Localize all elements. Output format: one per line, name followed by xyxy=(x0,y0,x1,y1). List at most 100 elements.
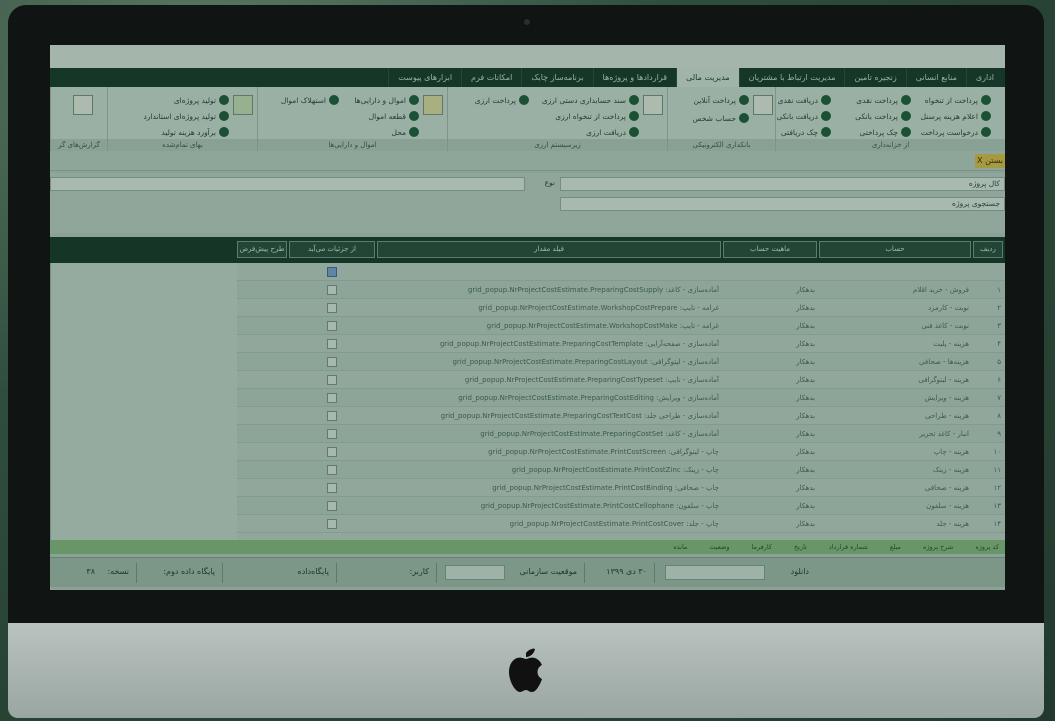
ribbon-item[interactable]: پرداخت از تنخواه ارزی xyxy=(555,111,639,121)
item-icon xyxy=(739,95,749,105)
camera-icon xyxy=(524,19,530,25)
tab-4[interactable]: مدیریت مالی xyxy=(676,68,739,87)
ribbon-item[interactable]: استهلاک اموال xyxy=(281,95,339,105)
table-row[interactable]: ۴ هزینه - پلیت بدهکار آماده‌سازی - صفحه‌آرا… xyxy=(237,335,1005,353)
col-nature[interactable]: ماهیت حساب xyxy=(723,241,817,258)
item-icon xyxy=(901,111,911,121)
cell-nature: بدهکار xyxy=(796,502,815,510)
cell-field: غرامه - تایپ: grid_popup.NrProjectCostEs… xyxy=(478,304,719,312)
from-details-checkbox[interactable] xyxy=(327,483,337,493)
ribbon-item[interactable]: حساب شخص xyxy=(693,113,749,123)
ribbon-item[interactable]: درخواست پرداخت xyxy=(921,127,991,137)
ribbon-item[interactable]: دریافت نقدی xyxy=(778,95,831,105)
tab-6[interactable]: برنامه‌ساز چابک xyxy=(521,68,592,87)
refresh-document-icon[interactable] xyxy=(643,95,663,115)
close-button[interactable]: بستن X xyxy=(975,154,1005,168)
table-row[interactable]: ۱۱ هزینه - زینک بدهکار چاپ - زینک: grid_pop… xyxy=(237,461,1005,479)
col-account[interactable]: حساب xyxy=(819,241,971,258)
ribbon-item[interactable]: دریافت بانکی xyxy=(776,111,831,121)
org-select[interactable] xyxy=(445,565,505,580)
ribbon-item[interactable]: اعلام هزینه پرسنل xyxy=(921,111,991,121)
ribbon-item[interactable]: اموال و دارایی‌ها xyxy=(354,95,419,105)
document-icon[interactable] xyxy=(753,95,773,115)
table-row[interactable]: ۱۳ هزینه - سلفون بدهکار چاپ - سلفون: grid_p… xyxy=(237,497,1005,515)
tab-2[interactable]: زنجیره تامین xyxy=(844,68,905,87)
cell-account: فروش - خرید اقلام xyxy=(913,286,969,294)
from-details-checkbox[interactable] xyxy=(327,285,337,295)
table-row[interactable]: ۱۴ هزینه - جلد بدهکار چاپ - جلد: grid_popup… xyxy=(237,515,1005,533)
from-details-checkbox[interactable] xyxy=(327,519,337,529)
table-row[interactable]: ۵ هزینه‌ها - صحافی بدهکار آماده‌سازی - لیتو… xyxy=(237,353,1005,371)
table-row[interactable]: ۱۲ هزینه - صحافی بدهکار چاپ - صحافی: grid_p… xyxy=(237,479,1005,497)
col-default[interactable]: طرح پیش‌فرض xyxy=(237,241,287,258)
item-icon xyxy=(821,111,831,121)
item-icon xyxy=(409,95,419,105)
table-row[interactable]: ۱۰ هزینه - چاپ بدهکار چاپ - لیتوگرافی: grid… xyxy=(237,443,1005,461)
from-details-checkbox[interactable] xyxy=(327,321,337,331)
ribbon-item[interactable]: پرداخت آنلاین xyxy=(694,95,749,105)
divider xyxy=(436,563,437,583)
project-search[interactable]: جستجوی پروژه xyxy=(560,197,1005,211)
ribbon-item[interactable]: محل xyxy=(391,127,419,137)
tab-8[interactable]: ابزارهای پیوست xyxy=(388,68,461,87)
ribbon-item[interactable]: تولید پروژه‌ای xyxy=(174,95,229,105)
ribbon-item[interactable]: تولید پروژه‌ای استاندارد xyxy=(143,111,229,121)
tab-3[interactable]: مدیریت ارتباط با مشتریان xyxy=(738,68,845,87)
item-icon xyxy=(901,95,911,105)
title-area xyxy=(50,45,1005,68)
ribbon-item[interactable]: قطعه اموال xyxy=(369,111,419,121)
ribbon-item[interactable]: چک پرداختی xyxy=(859,127,911,137)
report-icon[interactable] xyxy=(73,95,93,115)
cell-field xyxy=(379,263,719,281)
org-label: موقعیت سازمانی xyxy=(519,567,577,576)
cell-nature: بدهکار xyxy=(796,412,815,420)
ribbon-item[interactable]: پرداخت ارزی xyxy=(475,95,529,105)
table-row[interactable]: ۳ نوبت - کاغذ فنی بدهکار غرامه - تایپ: grid… xyxy=(237,317,1005,335)
cell-nature: بدهکار xyxy=(796,376,815,384)
col-row[interactable]: ردیف xyxy=(973,241,1003,258)
from-details-checkbox[interactable] xyxy=(327,447,337,457)
tab-0[interactable]: اداری xyxy=(965,68,1003,87)
from-details-checkbox[interactable] xyxy=(327,339,337,349)
from-details-checkbox[interactable] xyxy=(327,357,337,367)
table-row[interactable]: ۸ هزینه - طراحی بدهکار آماده‌سازی - طراحی ج… xyxy=(237,407,1005,425)
table-row[interactable]: ۱ فروش - خرید اقلام بدهکار آماده‌سازی - کاغ… xyxy=(237,281,1005,299)
table-row[interactable]: ۹ انبار - کاغذ تحریر بدهکار آماده‌سازی - کا… xyxy=(237,425,1005,443)
books-icon[interactable] xyxy=(233,95,253,115)
from-details-checkbox[interactable] xyxy=(327,303,337,313)
tab-1[interactable]: منابع انسانی xyxy=(905,68,966,87)
ribbon-group-title: زیرسیستم ارزی xyxy=(448,139,667,151)
cell-field: آماده‌سازی - صفحه‌آرایی: grid_popup.NrPr… xyxy=(439,340,719,348)
ribbon-item[interactable]: برآورد هزینه تولید xyxy=(161,127,229,137)
sofa-icon[interactable] xyxy=(423,95,443,115)
ribbon-item[interactable]: دریافت ارزی xyxy=(586,127,639,137)
table-row[interactable]: ۷ هزینه - ویرایش بدهکار آماده‌سازی - ویرایش… xyxy=(237,389,1005,407)
ribbon-group-title: بهای تمام‌شده xyxy=(108,139,257,151)
ribbon-item[interactable]: سند حسابداری دستی ارزی xyxy=(542,95,639,105)
download-select[interactable] xyxy=(665,565,765,580)
ribbon-item[interactable]: پرداخت نقدی xyxy=(856,95,911,105)
tab-7[interactable]: امکانات فرم xyxy=(461,68,521,87)
from-details-checkbox[interactable] xyxy=(327,375,337,385)
tab-5[interactable]: قراردادها و پروژه‌ها xyxy=(592,68,677,87)
table-row[interactable]: ۲ نوبت - کارمزد بدهکار غرامه - تایپ: grid_p… xyxy=(237,299,1005,317)
type-label: نوع xyxy=(544,178,555,187)
from-details-checkbox[interactable] xyxy=(327,267,337,277)
ribbon-item[interactable]: پرداخت بانکی xyxy=(855,111,911,121)
project-select[interactable]: کال پروژه xyxy=(560,177,1005,191)
from-details-checkbox[interactable] xyxy=(327,393,337,403)
ribbon-item[interactable]: چک دریافتی xyxy=(781,127,831,137)
item-icon xyxy=(981,111,991,121)
from-details-checkbox[interactable] xyxy=(327,429,337,439)
ribbon-item[interactable]: پرداخت از تنخواه xyxy=(925,95,991,105)
from-details-checkbox[interactable] xyxy=(327,501,337,511)
table-row[interactable]: ۶ هزینه - لیتوگرافی بدهکار آماده‌سازی - تای… xyxy=(237,371,1005,389)
col-field[interactable]: فیلد مقدار xyxy=(377,241,721,258)
cell-nature: بدهکار xyxy=(796,484,815,492)
from-details-checkbox[interactable] xyxy=(327,411,337,421)
table-row[interactable] xyxy=(237,263,1005,281)
type-select[interactable] xyxy=(50,177,525,191)
from-details-checkbox[interactable] xyxy=(327,465,337,475)
col-from-details[interactable]: از جزئیات می‌آید xyxy=(289,241,375,258)
cell-field: چاپ - جلد: grid_popup.NrProjectCostEstim… xyxy=(509,520,719,528)
